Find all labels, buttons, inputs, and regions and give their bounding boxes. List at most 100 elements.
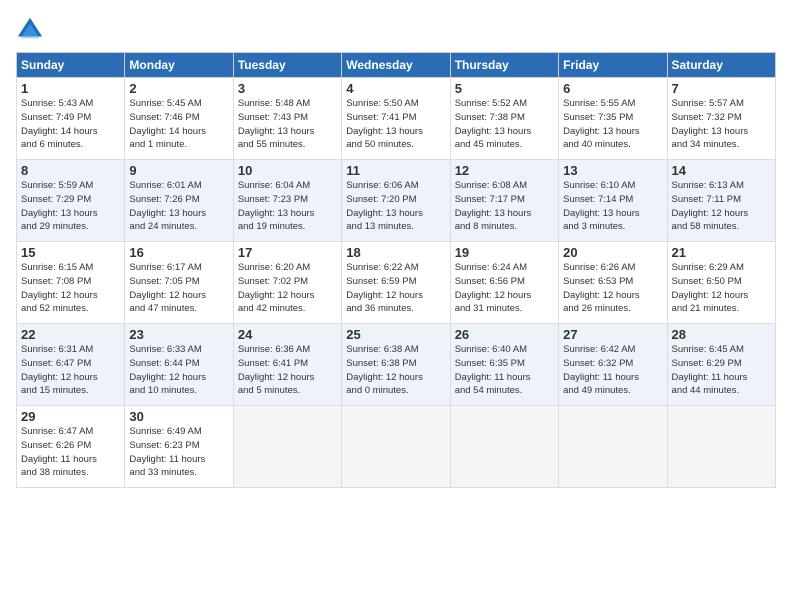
- day-number: 24: [238, 327, 337, 342]
- day-number: 30: [129, 409, 228, 424]
- day-info: Sunrise: 6:04 AM Sunset: 7:23 PM Dayligh…: [238, 179, 337, 234]
- day-info: Sunrise: 6:31 AM Sunset: 6:47 PM Dayligh…: [21, 343, 120, 398]
- calendar-cell: 21Sunrise: 6:29 AM Sunset: 6:50 PM Dayli…: [667, 242, 775, 324]
- calendar-cell: 29Sunrise: 6:47 AM Sunset: 6:26 PM Dayli…: [17, 406, 125, 488]
- day-number: 23: [129, 327, 228, 342]
- calendar-cell: 11Sunrise: 6:06 AM Sunset: 7:20 PM Dayli…: [342, 160, 450, 242]
- calendar-cell: 15Sunrise: 6:15 AM Sunset: 7:08 PM Dayli…: [17, 242, 125, 324]
- calendar-cell: 12Sunrise: 6:08 AM Sunset: 7:17 PM Dayli…: [450, 160, 558, 242]
- col-header-friday: Friday: [559, 53, 667, 78]
- day-number: 21: [672, 245, 771, 260]
- calendar-table: SundayMondayTuesdayWednesdayThursdayFrid…: [16, 52, 776, 488]
- col-header-tuesday: Tuesday: [233, 53, 341, 78]
- calendar-cell: 16Sunrise: 6:17 AM Sunset: 7:05 PM Dayli…: [125, 242, 233, 324]
- day-info: Sunrise: 6:26 AM Sunset: 6:53 PM Dayligh…: [563, 261, 662, 316]
- day-info: Sunrise: 6:38 AM Sunset: 6:38 PM Dayligh…: [346, 343, 445, 398]
- logo-icon: [16, 16, 44, 44]
- calendar-cell: 8Sunrise: 5:59 AM Sunset: 7:29 PM Daylig…: [17, 160, 125, 242]
- calendar-cell: [667, 406, 775, 488]
- calendar-cell: [233, 406, 341, 488]
- day-info: Sunrise: 5:48 AM Sunset: 7:43 PM Dayligh…: [238, 97, 337, 152]
- calendar-cell: 18Sunrise: 6:22 AM Sunset: 6:59 PM Dayli…: [342, 242, 450, 324]
- week-row-1: 1Sunrise: 5:43 AM Sunset: 7:49 PM Daylig…: [17, 78, 776, 160]
- calendar-cell: 28Sunrise: 6:45 AM Sunset: 6:29 PM Dayli…: [667, 324, 775, 406]
- calendar-cell: 27Sunrise: 6:42 AM Sunset: 6:32 PM Dayli…: [559, 324, 667, 406]
- week-row-4: 22Sunrise: 6:31 AM Sunset: 6:47 PM Dayli…: [17, 324, 776, 406]
- day-number: 6: [563, 81, 662, 96]
- day-number: 3: [238, 81, 337, 96]
- calendar-cell: 23Sunrise: 6:33 AM Sunset: 6:44 PM Dayli…: [125, 324, 233, 406]
- day-info: Sunrise: 6:29 AM Sunset: 6:50 PM Dayligh…: [672, 261, 771, 316]
- day-number: 25: [346, 327, 445, 342]
- day-info: Sunrise: 6:20 AM Sunset: 7:02 PM Dayligh…: [238, 261, 337, 316]
- calendar-cell: 13Sunrise: 6:10 AM Sunset: 7:14 PM Dayli…: [559, 160, 667, 242]
- col-header-monday: Monday: [125, 53, 233, 78]
- week-row-3: 15Sunrise: 6:15 AM Sunset: 7:08 PM Dayli…: [17, 242, 776, 324]
- col-header-saturday: Saturday: [667, 53, 775, 78]
- day-info: Sunrise: 6:40 AM Sunset: 6:35 PM Dayligh…: [455, 343, 554, 398]
- col-header-wednesday: Wednesday: [342, 53, 450, 78]
- day-number: 20: [563, 245, 662, 260]
- calendar-header-row: SundayMondayTuesdayWednesdayThursdayFrid…: [17, 53, 776, 78]
- day-number: 10: [238, 163, 337, 178]
- calendar-cell: [559, 406, 667, 488]
- day-number: 15: [21, 245, 120, 260]
- day-number: 13: [563, 163, 662, 178]
- calendar-cell: 9Sunrise: 6:01 AM Sunset: 7:26 PM Daylig…: [125, 160, 233, 242]
- calendar-cell: 10Sunrise: 6:04 AM Sunset: 7:23 PM Dayli…: [233, 160, 341, 242]
- day-number: 9: [129, 163, 228, 178]
- day-number: 1: [21, 81, 120, 96]
- calendar-cell: [450, 406, 558, 488]
- calendar-cell: 4Sunrise: 5:50 AM Sunset: 7:41 PM Daylig…: [342, 78, 450, 160]
- calendar-body: 1Sunrise: 5:43 AM Sunset: 7:49 PM Daylig…: [17, 78, 776, 488]
- day-info: Sunrise: 6:33 AM Sunset: 6:44 PM Dayligh…: [129, 343, 228, 398]
- day-number: 2: [129, 81, 228, 96]
- calendar-cell: 20Sunrise: 6:26 AM Sunset: 6:53 PM Dayli…: [559, 242, 667, 324]
- day-number: 17: [238, 245, 337, 260]
- day-number: 19: [455, 245, 554, 260]
- day-info: Sunrise: 5:57 AM Sunset: 7:32 PM Dayligh…: [672, 97, 771, 152]
- calendar-cell: 24Sunrise: 6:36 AM Sunset: 6:41 PM Dayli…: [233, 324, 341, 406]
- day-info: Sunrise: 6:45 AM Sunset: 6:29 PM Dayligh…: [672, 343, 771, 398]
- day-number: 12: [455, 163, 554, 178]
- day-info: Sunrise: 6:15 AM Sunset: 7:08 PM Dayligh…: [21, 261, 120, 316]
- day-info: Sunrise: 5:55 AM Sunset: 7:35 PM Dayligh…: [563, 97, 662, 152]
- day-info: Sunrise: 6:13 AM Sunset: 7:11 PM Dayligh…: [672, 179, 771, 234]
- day-info: Sunrise: 5:59 AM Sunset: 7:29 PM Dayligh…: [21, 179, 120, 234]
- day-info: Sunrise: 6:36 AM Sunset: 6:41 PM Dayligh…: [238, 343, 337, 398]
- day-info: Sunrise: 5:52 AM Sunset: 7:38 PM Dayligh…: [455, 97, 554, 152]
- day-number: 28: [672, 327, 771, 342]
- calendar-cell: 30Sunrise: 6:49 AM Sunset: 6:23 PM Dayli…: [125, 406, 233, 488]
- calendar-cell: 22Sunrise: 6:31 AM Sunset: 6:47 PM Dayli…: [17, 324, 125, 406]
- day-info: Sunrise: 6:42 AM Sunset: 6:32 PM Dayligh…: [563, 343, 662, 398]
- col-header-thursday: Thursday: [450, 53, 558, 78]
- calendar-cell: 1Sunrise: 5:43 AM Sunset: 7:49 PM Daylig…: [17, 78, 125, 160]
- day-info: Sunrise: 6:47 AM Sunset: 6:26 PM Dayligh…: [21, 425, 120, 480]
- calendar-cell: 6Sunrise: 5:55 AM Sunset: 7:35 PM Daylig…: [559, 78, 667, 160]
- day-number: 14: [672, 163, 771, 178]
- calendar-cell: 26Sunrise: 6:40 AM Sunset: 6:35 PM Dayli…: [450, 324, 558, 406]
- day-info: Sunrise: 6:24 AM Sunset: 6:56 PM Dayligh…: [455, 261, 554, 316]
- day-number: 16: [129, 245, 228, 260]
- day-number: 7: [672, 81, 771, 96]
- day-number: 27: [563, 327, 662, 342]
- calendar-cell: 2Sunrise: 5:45 AM Sunset: 7:46 PM Daylig…: [125, 78, 233, 160]
- day-number: 11: [346, 163, 445, 178]
- logo: [16, 16, 46, 44]
- day-info: Sunrise: 6:01 AM Sunset: 7:26 PM Dayligh…: [129, 179, 228, 234]
- week-row-2: 8Sunrise: 5:59 AM Sunset: 7:29 PM Daylig…: [17, 160, 776, 242]
- calendar-cell: 17Sunrise: 6:20 AM Sunset: 7:02 PM Dayli…: [233, 242, 341, 324]
- day-number: 29: [21, 409, 120, 424]
- calendar-cell: 5Sunrise: 5:52 AM Sunset: 7:38 PM Daylig…: [450, 78, 558, 160]
- day-info: Sunrise: 6:17 AM Sunset: 7:05 PM Dayligh…: [129, 261, 228, 316]
- calendar-cell: [342, 406, 450, 488]
- day-number: 5: [455, 81, 554, 96]
- week-row-5: 29Sunrise: 6:47 AM Sunset: 6:26 PM Dayli…: [17, 406, 776, 488]
- day-number: 18: [346, 245, 445, 260]
- calendar-cell: 19Sunrise: 6:24 AM Sunset: 6:56 PM Dayli…: [450, 242, 558, 324]
- day-info: Sunrise: 5:43 AM Sunset: 7:49 PM Dayligh…: [21, 97, 120, 152]
- day-info: Sunrise: 6:49 AM Sunset: 6:23 PM Dayligh…: [129, 425, 228, 480]
- day-info: Sunrise: 5:45 AM Sunset: 7:46 PM Dayligh…: [129, 97, 228, 152]
- calendar-cell: 7Sunrise: 5:57 AM Sunset: 7:32 PM Daylig…: [667, 78, 775, 160]
- calendar-cell: 3Sunrise: 5:48 AM Sunset: 7:43 PM Daylig…: [233, 78, 341, 160]
